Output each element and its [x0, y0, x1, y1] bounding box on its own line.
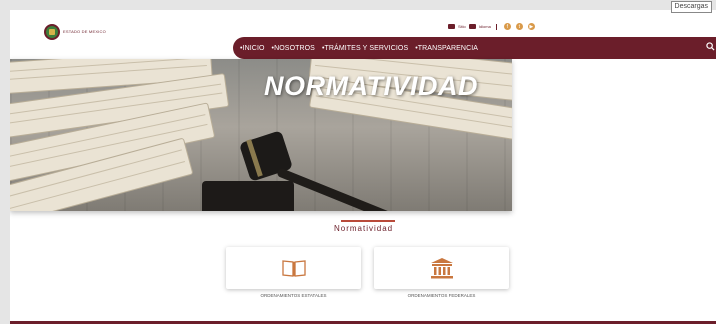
- main-navbar: •INICIO •NOSOTROS •TRÁMITES Y SERVICIOS …: [233, 37, 716, 59]
- top-link-site[interactable]: Sitio: [458, 24, 466, 29]
- search-icon-glyph: [706, 42, 715, 51]
- divider: [495, 23, 497, 30]
- gavel-block: [202, 181, 294, 211]
- logo-emblem: [49, 29, 55, 35]
- nav-item-inicio[interactable]: •INICIO: [240, 45, 265, 52]
- downloads-button[interactable]: Descargas: [670, 1, 712, 13]
- logo[interactable]: [44, 24, 60, 40]
- card-label-federal[interactable]: ORDENAMIENTOS FEDERALES: [374, 293, 509, 298]
- gavel-handle: [276, 167, 419, 211]
- hero-title: NORMATIVIDAD: [264, 71, 478, 101]
- youtube-icon[interactable]: ▶: [527, 23, 535, 30]
- nav-item-transparencia[interactable]: •TRANSPARENCIA: [415, 45, 478, 52]
- twitter-icon[interactable]: t: [515, 23, 523, 30]
- facebook-icon[interactable]: f: [503, 23, 511, 30]
- language-icon[interactable]: [468, 24, 476, 29]
- top-link-language[interactable]: Idioma: [479, 24, 491, 29]
- page: ESTADO DE MEXICO Sitio Idioma f t ▶ •INI…: [10, 10, 716, 324]
- site-icon[interactable]: [448, 24, 455, 29]
- search-icon[interactable]: [706, 42, 716, 52]
- top-links: Sitio Idioma f t ▶: [448, 23, 535, 30]
- nav-item-nosotros[interactable]: •NOSOTROS: [272, 45, 315, 52]
- card-state-regulations[interactable]: [226, 247, 361, 289]
- open-book-icon: [282, 260, 306, 277]
- institution-building-icon: [431, 258, 453, 279]
- section-title: Normatividad: [334, 224, 394, 233]
- section-accent-line: [341, 220, 395, 222]
- nav-item-tramites[interactable]: •TRÁMITES Y SERVICIOS: [322, 45, 408, 52]
- logo-text: ESTADO DE MEXICO: [63, 29, 106, 34]
- card-federal-regulations[interactable]: [374, 247, 509, 289]
- card-label-state[interactable]: ORDENAMIENTOS ESTATALES: [226, 293, 361, 298]
